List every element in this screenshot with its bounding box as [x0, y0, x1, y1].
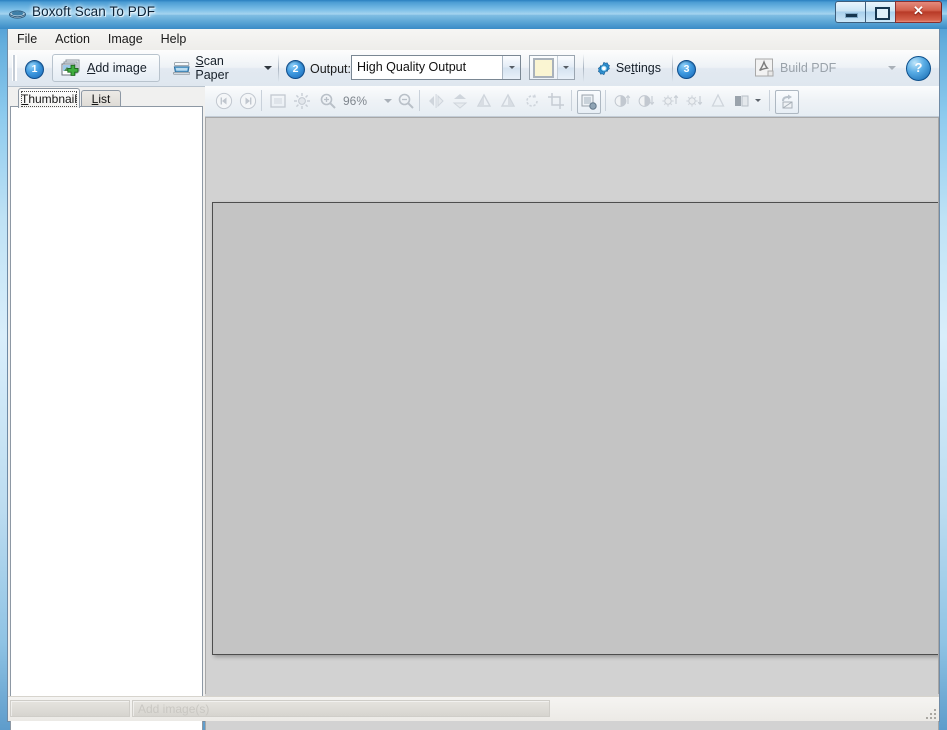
step-1-badge: 1 [25, 60, 44, 79]
scan-paper-button[interactable]: Scan Paper [164, 54, 256, 82]
output-profile-value: High Quality Output [357, 60, 467, 74]
thumbnail-sidebar: Thumbnail List [10, 88, 203, 730]
page-placeholder[interactable] [212, 202, 938, 655]
image-toolbar-separator-3 [571, 90, 572, 111]
build-pdf-dropdown-arrow[interactable] [888, 66, 896, 70]
toolbar-separator-3 [672, 54, 673, 82]
image-toolbar-separator-5 [769, 90, 770, 111]
chevron-down-icon [563, 66, 570, 69]
window-title: Boxoft Scan To PDF [32, 4, 156, 19]
status-message: Add image(s) [138, 702, 210, 716]
client-area: File Action Image Help 1 Add image Scan … [7, 29, 940, 730]
tab-focus-ring [21, 91, 77, 107]
image-toolbar-separator-2 [419, 90, 420, 111]
menu-image[interactable]: Image [99, 29, 152, 48]
output-label: Output: [310, 62, 351, 76]
restore-icon [875, 7, 890, 20]
resize-grip[interactable] [922, 705, 936, 719]
sidebar-tabs: Thumbnail List [10, 88, 203, 108]
scanner-icon [9, 10, 26, 19]
scanner-icon [173, 62, 191, 75]
main-toolbar: 1 Add image Scan Paper 2 Output: High Qu… [8, 50, 939, 87]
settings-label: Settings [615, 61, 661, 75]
help-icon: ? [914, 60, 923, 75]
settings-button[interactable]: Settings [588, 54, 670, 82]
image-toolbar: 96% [205, 86, 939, 117]
close-button[interactable]: ✕ [895, 1, 942, 23]
rotate-free-icon[interactable] [521, 90, 543, 112]
status-cell-left [10, 700, 130, 717]
menu-action[interactable]: Action [46, 29, 99, 48]
brightness-up-icon[interactable] [659, 90, 681, 112]
pdf-icon [755, 58, 774, 77]
rotate-right-icon[interactable] [497, 90, 519, 112]
toolbar-separator-2 [583, 54, 584, 82]
menu-bar: File Action Image Help [8, 29, 939, 51]
gear-icon [598, 61, 610, 75]
status-cell-message: Add image(s) [132, 700, 550, 717]
color-mode-icon[interactable] [731, 90, 753, 112]
close-icon: ✕ [913, 3, 924, 18]
build-pdf-label: Build PDF [780, 61, 837, 75]
add-image-label: Add image [87, 61, 147, 75]
first-page-icon[interactable] [213, 90, 235, 112]
menu-help[interactable]: Help [152, 29, 196, 48]
minimize-button[interactable] [835, 1, 865, 23]
zoom-dropdown-arrow[interactable] [384, 99, 392, 103]
image-toolbar-separator-1 [261, 90, 262, 111]
sharpen-icon[interactable] [707, 90, 729, 112]
image-toolbar-separator-4 [605, 90, 606, 111]
build-pdf-button[interactable]: Build PDF [745, 54, 865, 82]
application-window: Boxoft Scan To PDF ✕ File Action Image H… [0, 0, 947, 730]
brightness-down-icon[interactable] [683, 90, 705, 112]
add-image-icon [61, 59, 80, 76]
zoom-out-icon[interactable] [395, 90, 417, 112]
status-bar: Add image(s) [8, 696, 939, 721]
step-3-badge: 3 [677, 60, 696, 79]
page-color-picker[interactable] [529, 55, 575, 80]
image-canvas[interactable] [205, 117, 939, 730]
undo-icon[interactable] [775, 90, 799, 114]
tab-list[interactable]: List [81, 90, 121, 107]
contrast-down-icon[interactable] [635, 90, 657, 112]
fit-page-icon[interactable] [267, 90, 289, 112]
contrast-up-icon[interactable] [611, 90, 633, 112]
toolbar-grip[interactable] [12, 55, 17, 81]
scan-paper-label: Scan Paper [195, 54, 229, 82]
last-page-icon[interactable] [237, 90, 259, 112]
color-dropdown-button[interactable] [557, 56, 574, 79]
tab-thumbnail[interactable]: Thumbnail [18, 88, 80, 108]
zoom-level-label: 96% [343, 94, 368, 108]
toolbar-separator-1 [278, 54, 279, 82]
crop-icon[interactable] [545, 90, 567, 112]
output-profile-combo[interactable]: High Quality Output [351, 55, 521, 80]
flip-vertical-icon[interactable] [449, 90, 471, 112]
thumbnail-list-panel[interactable] [10, 106, 203, 730]
zoom-in-icon[interactable] [317, 90, 339, 112]
window-controls: ✕ [835, 1, 942, 23]
minimize-icon [845, 13, 858, 18]
scan-paper-dropdown-arrow[interactable] [264, 66, 272, 70]
add-image-button[interactable]: Add image [52, 54, 160, 82]
color-swatch[interactable] [533, 57, 555, 78]
deskew-icon[interactable] [577, 90, 601, 114]
title-bar: Boxoft Scan To PDF ✕ [0, 0, 947, 29]
step-2-badge: 2 [286, 60, 305, 79]
help-button[interactable]: ? [906, 56, 931, 81]
menu-file[interactable]: File [8, 29, 46, 48]
fit-width-icon[interactable] [291, 90, 313, 112]
tab-list-label: List [91, 92, 111, 106]
maximize-button[interactable] [865, 1, 895, 23]
flip-horizontal-icon[interactable] [425, 90, 447, 112]
color-mode-dropdown-arrow[interactable] [755, 99, 761, 102]
rotate-left-icon[interactable] [473, 90, 495, 112]
output-profile-dropdown-button[interactable] [502, 56, 520, 79]
chevron-down-icon [508, 66, 515, 69]
